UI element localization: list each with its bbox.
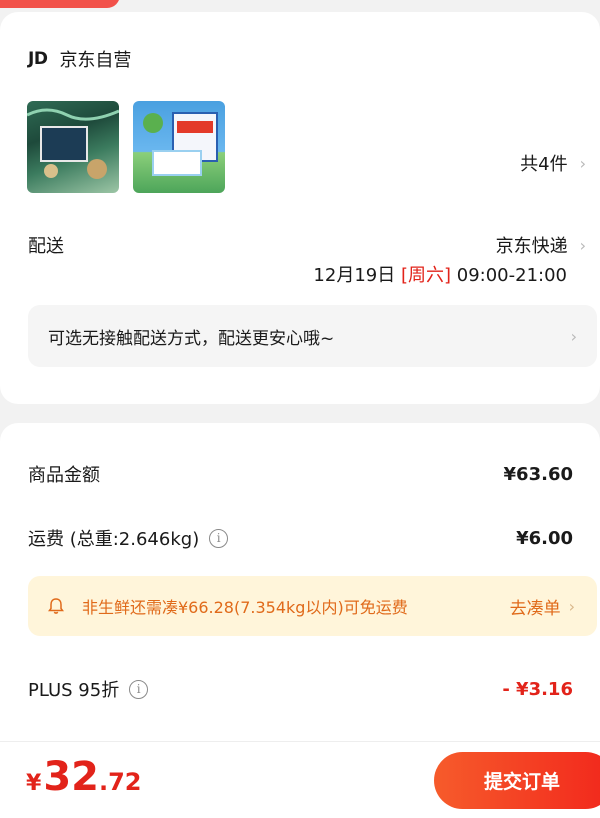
free-shipping-text: 非生鲜还需凑¥66.28(7.354kg以内)可免运费 [82,598,408,617]
chevron-right-icon: › [579,153,586,173]
shipping-fee-value: ¥6.00 [516,527,573,549]
delivery-time-range: 09:00-21:00 [456,265,567,286]
shipping-fee-label: 运费 (总重:2.646kg) [28,529,200,550]
chevron-right-icon: › [568,596,575,616]
goods-amount-label: 商品金额 [28,465,100,486]
order-total: ¥ 32 .72 [26,757,142,797]
plus-discount-label: PLUS 95折 [28,680,120,701]
chevron-right-icon: › [579,235,586,255]
product-thumbnail-1[interactable] [27,101,119,193]
chevron-right-icon: › [570,326,577,346]
plus-discount-row: PLUS 95折 i - ¥3.16 [28,676,573,702]
plus-discount-value: - ¥3.16 [502,678,573,700]
add-items-link[interactable]: 去凑单 › [510,594,575,619]
shipping-fee-label-group: 运费 (总重:2.646kg) i [28,525,229,551]
goods-amount-value: ¥63.60 [503,463,573,485]
delivery-label: 配送 [28,236,64,257]
store-header: JD 京东自营 [28,46,131,72]
tissue-pack-icon [143,112,218,176]
delivery-date: 12月19日 [313,265,396,286]
product-image-icon [27,108,119,179]
submit-order-button[interactable]: 提交订单 [434,752,600,809]
item-count-label: 共4件 [520,154,568,175]
info-icon[interactable]: i [129,679,149,699]
plus-discount-label-group: PLUS 95折 i [28,676,149,702]
jd-logo: JD [28,49,48,69]
item-count-row[interactable]: 共4件 › [520,150,586,176]
currency-symbol: ¥ [26,771,42,796]
top-tab-indicator [0,0,120,8]
bell-icon [48,598,64,614]
courier-name: 京东快递 [495,236,568,257]
product-thumbnail-2[interactable] [133,101,225,193]
delivery-weekday: [周六] [400,265,452,286]
free-shipping-banner[interactable]: 非生鲜还需凑¥66.28(7.354kg以内)可免运费 去凑单 › [28,576,597,636]
total-decimal: .72 [98,768,142,796]
shipping-fee-row: 运费 (总重:2.646kg) i ¥6.00 [28,525,573,551]
store-name: 京东自营 [59,50,132,71]
total-integer: 32 [43,754,99,800]
contactless-notice-text: 可选无接触配送方式，配送更安心哦~ [48,328,335,349]
goods-amount-row: 商品金额 ¥63.60 [28,461,573,487]
add-items-label: 去凑单 [509,598,561,619]
courier-selector[interactable]: 京东快递 › [496,232,586,258]
info-icon[interactable]: i [209,528,229,548]
contactless-delivery-option[interactable]: 可选无接触配送方式，配送更安心哦~ › [28,305,597,367]
delivery-time[interactable]: 12月19日 [周六] 09:00-21:00 [313,261,567,287]
